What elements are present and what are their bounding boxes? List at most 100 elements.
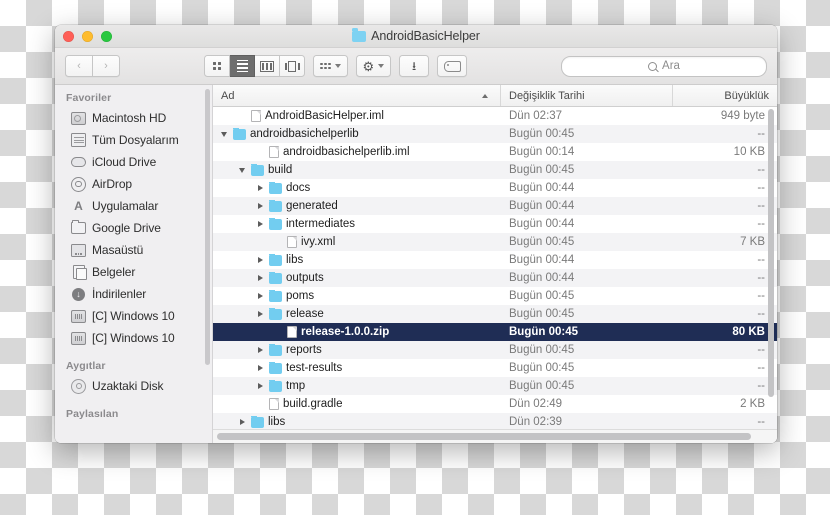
table-row[interactable]: intermediates Bugün 00:44 --	[213, 215, 777, 233]
row-date-cell: Bugün 00:44	[509, 182, 575, 194]
list-view-button[interactable]	[230, 55, 255, 77]
disclosure-triangle-closed-icon[interactable]	[255, 383, 265, 389]
grid-icon	[213, 62, 221, 70]
row-name-label: release	[286, 308, 324, 320]
disclosure-triangle-open-icon[interactable]	[237, 167, 247, 173]
table-row[interactable]: AndroidBasicHelper.iml Dün 02:37 949 byte	[213, 107, 777, 125]
row-size-cell: 7 KB	[740, 236, 765, 248]
window-body: Favoriler Macintosh HD Tüm Dosyalarım iC…	[55, 85, 777, 443]
sidebar-item-desktop[interactable]: Masaüstü	[55, 239, 212, 261]
horizontal-scrollbar-thumb[interactable]	[217, 433, 751, 440]
window-titlebar[interactable]: AndroidBasicHelper	[55, 25, 777, 48]
row-name-cell: build.gradle	[213, 398, 501, 410]
row-name-label: AndroidBasicHelper.iml	[265, 110, 384, 122]
row-name-label: androidbasichelperlib.iml	[283, 146, 410, 158]
row-size-cell: --	[757, 164, 765, 176]
sidebar-item-remote-disc[interactable]: Uzaktaki Disk	[55, 375, 212, 397]
row-name-cell: tmp	[213, 380, 501, 392]
folder-icon	[269, 362, 282, 374]
sidebar-item-downloads[interactable]: ↓ İndirilenler	[55, 283, 212, 305]
sort-ascending-icon	[482, 93, 488, 98]
column-header-date-label: Değişiklik Tarihi	[509, 89, 585, 102]
disclosure-triangle-closed-icon[interactable]	[255, 365, 265, 371]
row-name-label: docs	[286, 182, 311, 194]
disclosure-triangle-open-icon[interactable]	[219, 131, 229, 137]
table-row[interactable]: androidbasichelperlib.iml Bugün 00:14 10 K…	[213, 143, 777, 161]
share-icon: ⭳	[412, 59, 417, 73]
sidebar-item-label: AirDrop	[92, 177, 132, 191]
sidebar-item-airdrop[interactable]: AirDrop	[55, 173, 212, 195]
forward-button[interactable]: ›	[93, 55, 120, 77]
sidebar-item-applications[interactable]: A Uygulamalar	[55, 195, 212, 217]
table-row[interactable]: libs Dün 02:39 --	[213, 413, 777, 429]
row-size-cell: 2 KB	[740, 398, 765, 410]
row-name-label: generated	[286, 200, 338, 212]
sidebar-item-documents[interactable]: Belgeler	[55, 261, 212, 283]
table-row[interactable]: release-1.0.0.zip Bugün 00:45 80 KB	[213, 323, 777, 341]
icon-view-button[interactable]	[204, 55, 230, 77]
chevron-down-icon	[334, 64, 341, 68]
folder-icon	[269, 272, 282, 284]
columns-icon	[259, 60, 275, 72]
desktop-icon	[71, 243, 86, 258]
disclosure-triangle-closed-icon[interactable]	[255, 221, 265, 227]
zoom-button[interactable]	[101, 30, 112, 42]
table-row[interactable]: tmp Bugün 00:45 --	[213, 377, 777, 395]
coverflow-view-button[interactable]	[280, 55, 305, 77]
sidebar-item-label: İndirilenler	[92, 287, 147, 301]
folder-icon	[269, 182, 282, 194]
table-row[interactable]: generated Bugün 00:44 --	[213, 197, 777, 215]
table-row[interactable]: ivy.xml Bugün 00:45 7 KB	[213, 233, 777, 251]
sidebar-item-google-drive[interactable]: Google Drive	[55, 217, 212, 239]
close-button[interactable]	[63, 30, 74, 42]
row-date-cell: Bugün 00:45	[509, 362, 575, 374]
column-header-date[interactable]: Değişiklik Tarihi	[501, 85, 673, 106]
table-row[interactable]: androidbasichelperlib Bugün 00:45 --	[213, 125, 777, 143]
folder-icon	[269, 200, 282, 212]
column-header-size[interactable]: Büyüklük	[673, 85, 777, 106]
table-row[interactable]: release Bugün 00:45 --	[213, 305, 777, 323]
vertical-scrollbar[interactable]	[768, 109, 774, 397]
disclosure-triangle-closed-icon[interactable]	[255, 311, 265, 317]
back-button[interactable]: ‹	[65, 55, 93, 77]
table-row[interactable]: build Bugün 00:45 --	[213, 161, 777, 179]
tags-button[interactable]	[437, 55, 468, 77]
sidebar-item-macintosh-hd[interactable]: Macintosh HD	[55, 107, 212, 129]
sidebar-item-icloud-drive[interactable]: iCloud Drive	[55, 151, 212, 173]
sidebar-item-windows-10-b[interactable]: [C] Windows 10	[55, 327, 212, 349]
disclosure-triangle-closed-icon[interactable]	[255, 257, 265, 263]
column-header-name[interactable]: Ad	[213, 85, 501, 106]
column-header-size-label: Büyüklük	[724, 89, 769, 102]
sidebar-item-windows-10-a[interactable]: [C] Windows 10	[55, 305, 212, 327]
horizontal-scrollbar[interactable]	[213, 429, 777, 443]
row-date-cell: Bugün 00:14	[509, 146, 575, 158]
sidebar-section-devices-header: Aygıtlar	[66, 360, 106, 372]
table-row[interactable]: poms Bugün 00:45 --	[213, 287, 777, 305]
disclosure-triangle-closed-icon[interactable]	[255, 347, 265, 353]
disclosure-triangle-closed-icon[interactable]	[237, 419, 247, 425]
disclosure-triangle-closed-icon[interactable]	[255, 275, 265, 281]
table-row[interactable]: build.gradle Dün 02:49 2 KB	[213, 395, 777, 413]
sidebar-section-favorites-header: Favoriler	[66, 92, 112, 104]
disclosure-triangle-closed-icon[interactable]	[255, 185, 265, 191]
table-row[interactable]: outputs Bugün 00:44 --	[213, 269, 777, 287]
row-size-cell: 949 byte	[720, 110, 765, 122]
table-row[interactable]: reports Bugün 00:45 --	[213, 341, 777, 359]
arrange-by-button[interactable]	[313, 55, 348, 77]
table-row[interactable]: test-results Bugün 00:45 --	[213, 359, 777, 377]
column-view-button[interactable]	[255, 55, 280, 77]
minimize-button[interactable]	[82, 30, 93, 42]
gear-icon: ⚙	[362, 58, 375, 74]
cloud-icon	[71, 155, 86, 170]
table-row[interactable]: docs Bugün 00:44 --	[213, 179, 777, 197]
row-name-cell: build	[213, 164, 501, 176]
sidebar-item-all-files[interactable]: Tüm Dosyalarım	[55, 129, 212, 151]
disclosure-triangle-closed-icon[interactable]	[255, 293, 265, 299]
table-row[interactable]: libs Bugün 00:44 --	[213, 251, 777, 269]
sidebar-scrollbar[interactable]	[205, 89, 210, 365]
row-size-cell: 10 KB	[733, 146, 765, 158]
disclosure-triangle-closed-icon[interactable]	[255, 203, 265, 209]
action-menu-button[interactable]: ⚙	[355, 55, 392, 77]
share-button[interactable]: ⭳	[399, 55, 430, 77]
search-input[interactable]: Ara	[561, 55, 767, 77]
